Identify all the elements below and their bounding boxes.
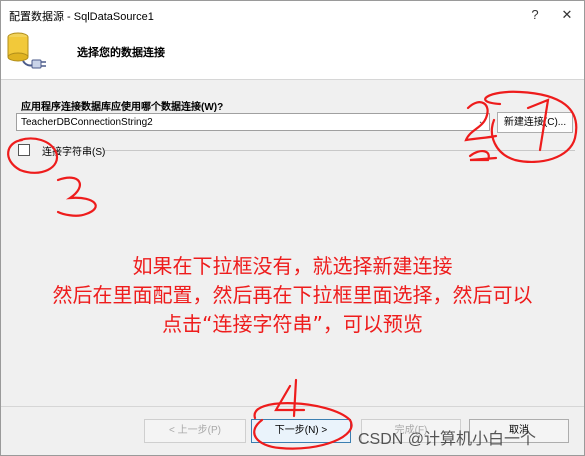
- footer-divider: [1, 406, 584, 407]
- previous-button[interactable]: < 上一步(P): [144, 419, 246, 443]
- connection-prompt-label: 应用程序连接数据库应使用哪个数据连接(W)?: [21, 102, 224, 113]
- window-title: 配置数据源 - SqlDataSource1: [9, 11, 154, 23]
- show-connection-string-label[interactable]: 连接字符串(S): [42, 143, 105, 158]
- database-plug-icon: [7, 32, 46, 69]
- help-button[interactable]: ?: [521, 5, 549, 25]
- annotation-text-line3: 点击“连接字符串”，可以预览: [162, 312, 423, 336]
- wizard-header: 选择您的数据连接: [1, 29, 584, 80]
- connection-dropdown[interactable]: TeacherDBConnectionString2 ⌄: [16, 113, 490, 131]
- configure-datasource-dialog: 配置数据源 - SqlDataSource1 ? ✕ 选择您的数据连接 应用程序…: [0, 0, 585, 456]
- new-connection-button[interactable]: 新建连接(C)...: [497, 112, 573, 133]
- title-bar: 配置数据源 - SqlDataSource1 ? ✕: [1, 1, 584, 29]
- chevron-down-icon[interactable]: ⌄: [478, 116, 486, 127]
- show-connection-string-checkbox[interactable]: [18, 144, 30, 156]
- csdn-watermark: CSDN @计算机小白一个: [358, 431, 537, 448]
- close-button[interactable]: ✕: [553, 5, 581, 25]
- divider: [105, 150, 575, 151]
- annotation-text-line1: 如果在下拉框没有，就选择新建连接: [132, 254, 453, 278]
- next-button[interactable]: 下一步(N) >: [251, 419, 351, 443]
- connection-dropdown-value: TeacherDBConnectionString2: [21, 117, 153, 128]
- page-title: 选择您的数据连接: [77, 47, 165, 59]
- annotation-text-line2: 然后在里面配置，然后再在下拉框里面选择，然后可以: [52, 283, 533, 307]
